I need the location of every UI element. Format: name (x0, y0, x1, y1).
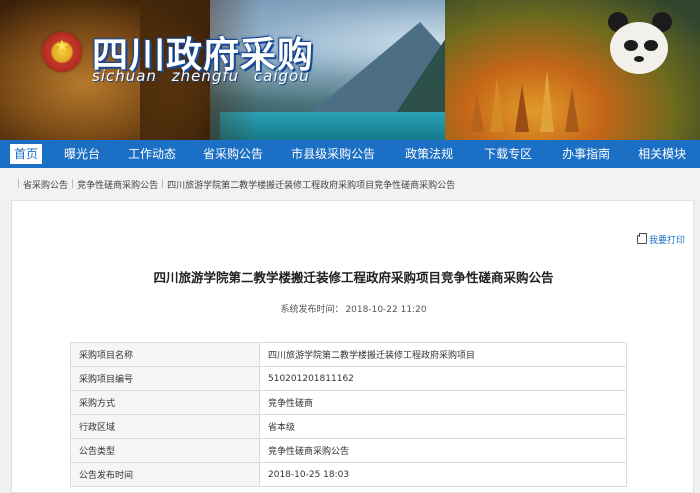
main-nav: 首页 曝光台 工作动态 省采购公告 市县级采购公告 政策法规 下载专区 办事指南… (0, 140, 700, 168)
nav-item-downloads[interactable]: 下载专区 (484, 144, 532, 164)
publish-time: 系统发布时间： 2018-10-22 11:20 (12, 302, 695, 315)
panda-image (600, 10, 680, 90)
table-key: 采购项目编号 (70, 366, 260, 391)
table-value: 2018-10-25 18:03 (259, 462, 627, 487)
breadcrumb-separator: | (17, 179, 21, 189)
table-row: 采购项目编号 510201201811162 (70, 366, 627, 391)
table-key: 行政区域 (70, 414, 260, 439)
project-info-table: 采购项目名称 四川旅游学院第二教学楼搬迁装修工程政府采购项目 采购项目编号 51… (70, 342, 627, 487)
table-value: 省本级 (259, 414, 627, 439)
printer-icon (636, 233, 647, 244)
panda-eye (644, 40, 658, 51)
breadcrumb-separator: | (161, 179, 165, 189)
panda-nose (634, 56, 644, 62)
nav-item-policies[interactable]: 政策法规 (405, 144, 453, 164)
table-key: 公告发布时间 (70, 462, 260, 487)
publish-time-value: 2018-10-22 11:20 (345, 305, 427, 315)
table-value: 竞争性磋商 (259, 390, 627, 415)
table-row: 采购方式 竞争性磋商 (70, 390, 627, 415)
publish-time-label: 系统发布时间： (280, 305, 344, 315)
breadcrumb: | 省采购公告 | 竞争性磋商采购公告 | 四川旅游学院第二教学楼搬迁装修工程政… (0, 168, 700, 200)
banner-tree (540, 70, 554, 132)
table-key: 采购方式 (70, 390, 260, 415)
nav-item-guide[interactable]: 办事指南 (562, 144, 610, 164)
article-title: 四川旅游学院第二教学楼搬迁装修工程政府采购项目竞争性磋商采购公告 (153, 270, 554, 285)
banner-tree (490, 77, 504, 132)
site-banner: 四川政府采购 sichuan zhengfu caigou (0, 0, 700, 140)
breadcrumb-separator: | (71, 179, 75, 189)
national-emblem-icon (42, 32, 82, 72)
breadcrumb-item[interactable]: 竞争性磋商采购公告 (77, 178, 158, 191)
breadcrumb-current: 四川旅游学院第二教学楼搬迁装修工程政府采购项目竞争性磋商采购公告 (167, 180, 456, 191)
banner-tree (565, 87, 579, 132)
table-value: 竞争性磋商采购公告 (259, 438, 627, 463)
nav-item-city-county-notices[interactable]: 市县级采购公告 (291, 144, 375, 164)
table-row: 公告类型 竞争性磋商采购公告 (70, 438, 627, 463)
table-key: 公告类型 (70, 438, 260, 463)
panda-face (610, 22, 668, 74)
table-row: 公告发布时间 2018-10-25 18:03 (70, 462, 627, 487)
banner-tree (470, 92, 484, 132)
table-row: 行政区域 省本级 (70, 414, 627, 439)
site-subtitle: sichuan zhengfu caigou (92, 67, 310, 85)
nav-item-province-notices[interactable]: 省采购公告 (203, 144, 263, 164)
print-label: 我要打印 (648, 236, 685, 246)
nav-item-work-news[interactable]: 工作动态 (128, 144, 176, 164)
table-value: 510201201811162 (259, 366, 627, 391)
table-row: 采购项目名称 四川旅游学院第二教学楼搬迁装修工程政府采购项目 (70, 342, 627, 367)
panda-eye (624, 40, 638, 51)
nav-item-exposure[interactable]: 曝光台 (64, 144, 100, 164)
table-value: 四川旅游学院第二教学楼搬迁装修工程政府采购项目 (259, 342, 627, 367)
print-button[interactable]: 我要打印 (636, 233, 685, 246)
nav-item-related[interactable]: 相关模块 (638, 144, 686, 164)
table-key: 采购项目名称 (70, 342, 260, 367)
banner-tree (515, 84, 529, 132)
nav-item-home[interactable]: 首页 (10, 144, 43, 164)
article-card: 我要打印 四川旅游学院第二教学楼搬迁装修工程政府采购项目竞争性磋商采购公告 系统… (11, 200, 694, 493)
breadcrumb-item[interactable]: 省采购公告 (23, 178, 68, 191)
